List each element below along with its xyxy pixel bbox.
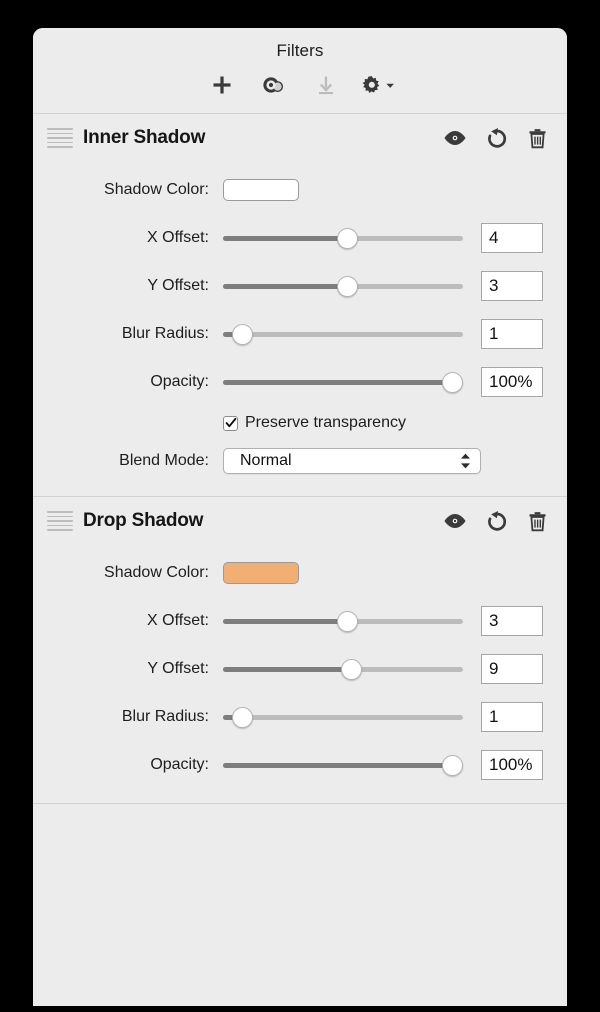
slider-value-field[interactable]: 100% [481, 367, 543, 397]
filter-header-icons [443, 509, 549, 533]
slider-fill [223, 618, 348, 624]
y-offset-slider[interactable] [223, 275, 463, 297]
slider-row: Blur Radius: 1 [33, 310, 567, 358]
plus-icon [213, 76, 231, 94]
blur-radius-slider[interactable] [223, 706, 463, 728]
shadow-color-label: Shadow Color: [104, 564, 209, 581]
filter-header: Drop Shadow [33, 497, 567, 545]
delete-filter-button[interactable] [525, 509, 549, 533]
blend-mode-label: Blend Mode: [119, 452, 209, 469]
slider-thumb[interactable] [231, 706, 253, 728]
filter-header: Inner Shadow [33, 114, 567, 162]
reset-arrow-icon [487, 510, 506, 531]
opacity-slider[interactable] [223, 754, 463, 776]
filters-panel: Filters Inner Shadow Shadow Color: X Off… [33, 28, 567, 1006]
slider-row: X Offset: 4 [33, 214, 567, 262]
slider-thumb[interactable] [336, 227, 358, 249]
slider-value-field[interactable]: 3 [481, 606, 543, 636]
filter-section: Drop Shadow Shadow Color: X Offset: 3 Y Offs… [33, 497, 567, 804]
filter-title: Drop Shadow [83, 510, 204, 531]
preserve-transparency-row: Preserve transparency [33, 406, 567, 440]
shadow-color-swatch[interactable] [223, 562, 299, 584]
visibility-toggle[interactable] [443, 126, 467, 150]
slider-thumb[interactable] [231, 323, 253, 345]
blend-mode-value: Normal [240, 452, 292, 469]
slider-label: X Offset: [147, 612, 209, 629]
filter-section: Inner Shadow Shadow Color: X Offset: 4 Y Off… [33, 114, 567, 497]
slider-label: Blur Radius: [121, 708, 209, 725]
toolbar [33, 70, 567, 100]
blur-radius-slider[interactable] [223, 323, 463, 345]
slider-row: Blur Radius: 1 [33, 693, 567, 741]
eye-icon [444, 513, 466, 529]
shadow-color-row: Shadow Color: [33, 166, 567, 214]
visibility-toggle[interactable] [443, 509, 467, 533]
blend-mode-row: Blend Mode: Normal [33, 440, 567, 482]
filters-list: Inner Shadow Shadow Color: X Offset: 4 Y Off… [33, 114, 567, 804]
slider-label: Y Offset: [147, 660, 209, 677]
panel-titlebar: Filters [33, 28, 567, 114]
reset-filter-button[interactable] [484, 509, 508, 533]
gear-icon [362, 75, 380, 93]
filter-options-button[interactable] [361, 70, 395, 100]
opacity-slider[interactable] [223, 371, 463, 393]
add-filter-button[interactable] [205, 70, 239, 100]
x-offset-slider[interactable] [223, 227, 463, 249]
download-icon [319, 76, 333, 95]
checkmark-icon [225, 417, 236, 428]
slider-row: Opacity: 100% [33, 741, 567, 789]
slider-value-field[interactable]: 3 [481, 271, 543, 301]
slider-track [223, 331, 463, 337]
delete-filter-button[interactable] [525, 126, 549, 150]
slider-thumb[interactable] [442, 371, 463, 393]
slider-row: Opacity: 100% [33, 358, 567, 406]
slider-row: Y Offset: 3 [33, 262, 567, 310]
sort-chevrons-icon [460, 453, 471, 469]
y-offset-slider[interactable] [223, 658, 463, 680]
slider-label: Opacity: [150, 373, 209, 390]
chevron-down-icon [386, 83, 394, 88]
merge-filter-button[interactable] [257, 70, 291, 100]
trash-icon [528, 128, 546, 148]
slider-value-field[interactable]: 100% [481, 750, 543, 780]
shadow-color-row: Shadow Color: [33, 549, 567, 597]
slider-value-field[interactable]: 4 [481, 223, 543, 253]
x-offset-slider[interactable] [223, 610, 463, 632]
slider-row: Y Offset: 9 [33, 645, 567, 693]
slider-label: Blur Radius: [121, 325, 209, 342]
slider-row: X Offset: 3 [33, 597, 567, 645]
overlapping-circles-icon [263, 77, 283, 93]
slider-value-field[interactable]: 9 [481, 654, 543, 684]
reset-filter-button[interactable] [484, 126, 508, 150]
eye-icon [444, 130, 466, 146]
import-filter-button[interactable] [309, 70, 343, 100]
slider-fill [223, 762, 453, 768]
slider-thumb[interactable] [336, 275, 358, 297]
slider-value-field[interactable]: 1 [481, 319, 543, 349]
trash-icon [528, 511, 546, 531]
preserve-transparency-label: Preserve transparency [245, 414, 406, 431]
slider-track [223, 714, 463, 720]
blend-mode-select[interactable]: Normal [223, 448, 481, 474]
slider-value-field[interactable]: 1 [481, 702, 543, 732]
shadow-color-label: Shadow Color: [104, 181, 209, 198]
slider-fill [223, 666, 352, 672]
slider-thumb[interactable] [442, 754, 463, 776]
filter-title: Inner Shadow [83, 127, 206, 148]
filter-header-icons [443, 126, 549, 150]
shadow-color-swatch[interactable] [223, 179, 299, 201]
reset-arrow-icon [487, 127, 506, 148]
slider-fill [223, 379, 453, 385]
slider-fill [223, 283, 348, 289]
drag-handle-icon[interactable] [47, 128, 73, 148]
slider-thumb[interactable] [336, 610, 358, 632]
preserve-transparency-checkbox[interactable] [223, 415, 238, 431]
drag-handle-icon[interactable] [47, 511, 73, 531]
slider-fill [223, 235, 348, 241]
slider-label: X Offset: [147, 229, 209, 246]
page-title: Filters [276, 41, 324, 60]
slider-thumb[interactable] [341, 658, 363, 680]
slider-label: Opacity: [150, 756, 209, 773]
slider-label: Y Offset: [147, 277, 209, 294]
